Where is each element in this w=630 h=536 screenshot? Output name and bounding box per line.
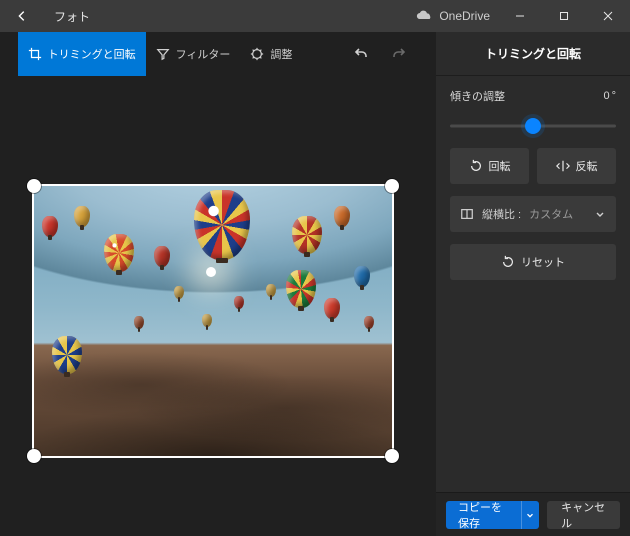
- crop-icon: [28, 47, 42, 61]
- tab-adjust[interactable]: 調整: [240, 32, 302, 76]
- straighten-label: 傾きの調整: [450, 88, 505, 104]
- image-sun: [206, 267, 216, 277]
- close-button[interactable]: [586, 0, 630, 32]
- onedrive-label: OneDrive: [439, 9, 490, 23]
- aspect-ratio-dropdown[interactable]: 縦横比 : カスタム: [450, 196, 616, 232]
- crop-handle-top-left[interactable]: [27, 179, 41, 193]
- flip-label: 反転: [576, 158, 598, 174]
- rotate-button[interactable]: 回転: [450, 148, 529, 184]
- canvas-area[interactable]: [0, 76, 436, 536]
- rotate-label: 回転: [489, 158, 511, 174]
- panel-footer: コピーを保存 キャンセル: [436, 492, 630, 536]
- flip-button[interactable]: 反転: [537, 148, 616, 184]
- minimize-icon: [515, 11, 525, 21]
- save-copy-dropdown[interactable]: [521, 501, 540, 529]
- straighten-unit: °: [612, 90, 616, 102]
- aspect-value: カスタム: [529, 206, 573, 222]
- save-copy-button[interactable]: コピーを保存: [446, 501, 521, 529]
- toolbar-gap: [302, 32, 342, 76]
- arrow-left-icon: [15, 9, 29, 23]
- panel-title: トリミングと回転: [436, 32, 630, 76]
- minimize-button[interactable]: [498, 0, 542, 32]
- straighten-row: 傾きの調整 0°: [450, 88, 616, 104]
- tab-crop-rotate[interactable]: トリミングと回転: [18, 32, 146, 76]
- reset-button[interactable]: リセット: [450, 244, 616, 280]
- titlebar: フォト OneDrive: [0, 0, 630, 32]
- rotate-icon: [469, 159, 483, 173]
- tab-adjust-label: 調整: [270, 46, 292, 62]
- reset-label: リセット: [521, 254, 565, 270]
- redo-icon: [391, 46, 407, 62]
- back-button[interactable]: [0, 0, 44, 32]
- onedrive-indicator[interactable]: OneDrive: [415, 9, 490, 23]
- editor-area: トリミングと回転 フィルター 調整: [0, 32, 436, 536]
- crop-handle-bottom-left[interactable]: [27, 449, 41, 463]
- cancel-button[interactable]: キャンセル: [547, 501, 620, 529]
- straighten-value: 0°: [603, 90, 616, 102]
- reset-icon: [501, 255, 515, 269]
- undo-icon: [353, 46, 369, 62]
- editor-toolbar: トリミングと回転 フィルター 調整: [0, 32, 436, 76]
- straighten-slider[interactable]: [450, 116, 616, 136]
- rotate-flip-row: 回転 反転: [450, 148, 616, 184]
- image-preview: [34, 186, 392, 456]
- image-ground: [34, 337, 392, 456]
- aspect-label: 縦横比 :: [482, 206, 521, 222]
- window-controls: [498, 0, 630, 32]
- filter-icon: [156, 47, 170, 61]
- cloud-icon: [415, 10, 433, 22]
- maximize-button[interactable]: [542, 0, 586, 32]
- crop-frame[interactable]: [34, 186, 392, 456]
- crop-handle-bottom-right[interactable]: [385, 449, 399, 463]
- chevron-down-icon: [594, 208, 606, 220]
- close-icon: [603, 11, 613, 21]
- undo-button[interactable]: [342, 32, 380, 76]
- aspect-icon: [460, 207, 474, 221]
- flip-icon: [556, 159, 570, 173]
- redo-button[interactable]: [380, 32, 418, 76]
- maximize-icon: [559, 11, 569, 21]
- app-title: フォト: [54, 8, 90, 25]
- side-panel: トリミングと回転 傾きの調整 0° 回転: [436, 32, 630, 536]
- tab-crop-rotate-label: トリミングと回転: [48, 46, 136, 62]
- adjust-icon: [250, 47, 264, 61]
- straighten-number: 0: [603, 90, 609, 102]
- chevron-down-icon: [525, 510, 535, 520]
- crop-handle-top-right[interactable]: [385, 179, 399, 193]
- tab-filters-label: フィルター: [176, 46, 231, 62]
- tab-filters[interactable]: フィルター: [146, 32, 241, 76]
- save-copy-split: コピーを保存: [446, 501, 539, 529]
- slider-thumb[interactable]: [525, 118, 541, 134]
- content: トリミングと回転 フィルター 調整: [0, 32, 630, 536]
- panel-body: 傾きの調整 0° 回転: [436, 76, 630, 292]
